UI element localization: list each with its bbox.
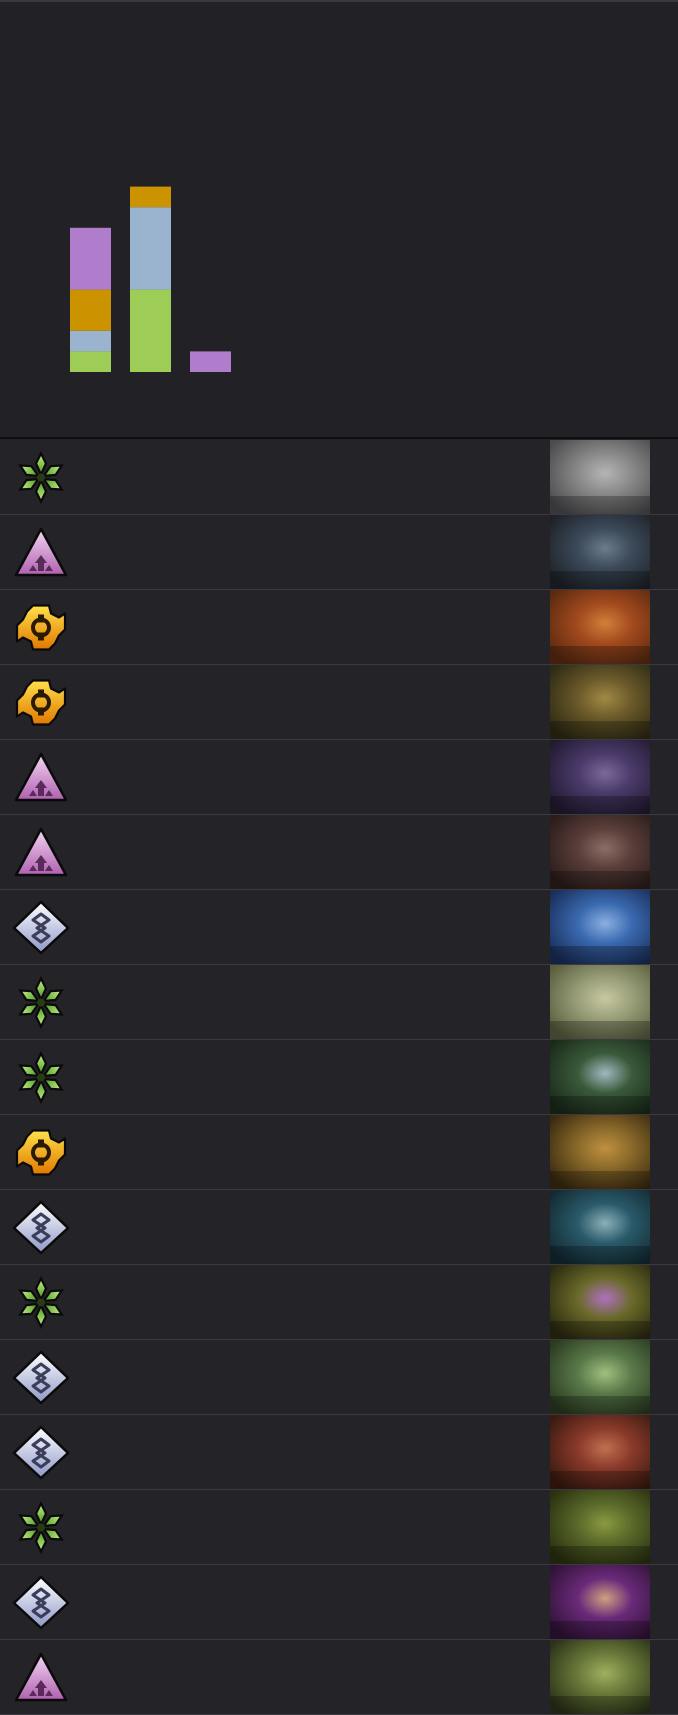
orange-gear-icon	[11, 600, 71, 655]
bar-segment	[130, 207, 171, 290]
chart-panel	[0, 0, 678, 438]
card-row[interactable]	[0, 1415, 678, 1490]
card-row[interactable]	[0, 1265, 678, 1340]
art-shading	[550, 571, 650, 589]
red-hooded-tinker-art[interactable]	[550, 590, 650, 664]
green-clover-icon	[11, 1050, 71, 1105]
card-row[interactable]	[0, 1565, 678, 1640]
purple-triangle-icon	[11, 825, 71, 880]
silver-diamond-icon	[11, 1575, 71, 1630]
purple-triangle-icon	[11, 750, 71, 805]
art-shading	[550, 871, 650, 889]
art-shading	[550, 1096, 650, 1114]
green-forest-face-art[interactable]	[550, 1490, 650, 1564]
green-clover-icon	[11, 1500, 71, 1555]
blue-sky-banner-art[interactable]	[550, 890, 650, 964]
art-shading	[550, 1696, 650, 1714]
purple-mech-golem-art[interactable]	[550, 740, 650, 814]
water-fountain-art[interactable]	[550, 1040, 650, 1114]
royal-figures-art[interactable]	[550, 1565, 650, 1639]
card-list	[0, 440, 678, 1715]
card-row[interactable]	[0, 590, 678, 665]
stone-idol-art[interactable]	[550, 965, 650, 1039]
bar-segment	[130, 289, 171, 372]
silver-diamond-icon	[11, 1425, 71, 1480]
art-shading	[550, 1171, 650, 1189]
card-row[interactable]	[0, 665, 678, 740]
art-shading	[550, 946, 650, 964]
silver-diamond-icon	[11, 900, 71, 955]
stacked-bar-chart	[70, 186, 231, 372]
purple-triangle-icon	[11, 1650, 71, 1705]
red-army-soldiers-art[interactable]	[550, 1415, 650, 1489]
card-row[interactable]	[0, 815, 678, 890]
chart-divider	[0, 437, 678, 439]
green-giant-warrior-art[interactable]	[550, 1340, 650, 1414]
green-clover-icon	[11, 1275, 71, 1330]
orange-gear-icon	[11, 1125, 71, 1180]
green-clover-icon	[11, 450, 71, 505]
art-shading	[550, 646, 650, 664]
armored-knight-art[interactable]	[550, 1115, 650, 1189]
bar-segment	[70, 227, 111, 290]
bar-segment	[70, 289, 111, 331]
art-shading	[550, 1471, 650, 1489]
card-row[interactable]	[0, 1340, 678, 1415]
silver-diamond-icon	[11, 1200, 71, 1255]
art-shading	[550, 1396, 650, 1414]
art-shading	[550, 496, 650, 514]
stone-grub-creature-art[interactable]	[550, 815, 650, 889]
art-shading	[550, 721, 650, 739]
bronze-egg-device-art[interactable]	[550, 665, 650, 739]
card-row[interactable]	[0, 1115, 678, 1190]
card-row[interactable]	[0, 1190, 678, 1265]
card-row[interactable]	[0, 740, 678, 815]
art-shading	[550, 1246, 650, 1264]
art-shading	[550, 1621, 650, 1639]
stone-statue-art[interactable]	[550, 1190, 650, 1264]
card-row[interactable]	[0, 1490, 678, 1565]
green-cannon-art[interactable]	[550, 1640, 650, 1714]
art-shading	[550, 1546, 650, 1564]
art-shading	[550, 1021, 650, 1039]
card-row[interactable]	[0, 965, 678, 1040]
card-row[interactable]	[0, 890, 678, 965]
bar-segment	[190, 351, 231, 372]
gray-rat-creature-art[interactable]	[550, 440, 650, 514]
card-row[interactable]	[0, 515, 678, 590]
bar-segment	[70, 351, 111, 372]
silver-diamond-icon	[11, 1350, 71, 1405]
card-row[interactable]	[0, 440, 678, 515]
bar-segment	[70, 330, 111, 352]
art-shading	[550, 1321, 650, 1339]
purple-triangle-icon	[11, 525, 71, 580]
card-row[interactable]	[0, 1040, 678, 1115]
purple-flower-vine-art[interactable]	[550, 1265, 650, 1339]
dark-tentacle-beast-art[interactable]	[550, 515, 650, 589]
orange-gear-icon	[11, 675, 71, 730]
green-clover-icon	[11, 975, 71, 1030]
art-shading	[550, 796, 650, 814]
bar-segment	[130, 186, 171, 208]
card-row[interactable]	[0, 1640, 678, 1715]
